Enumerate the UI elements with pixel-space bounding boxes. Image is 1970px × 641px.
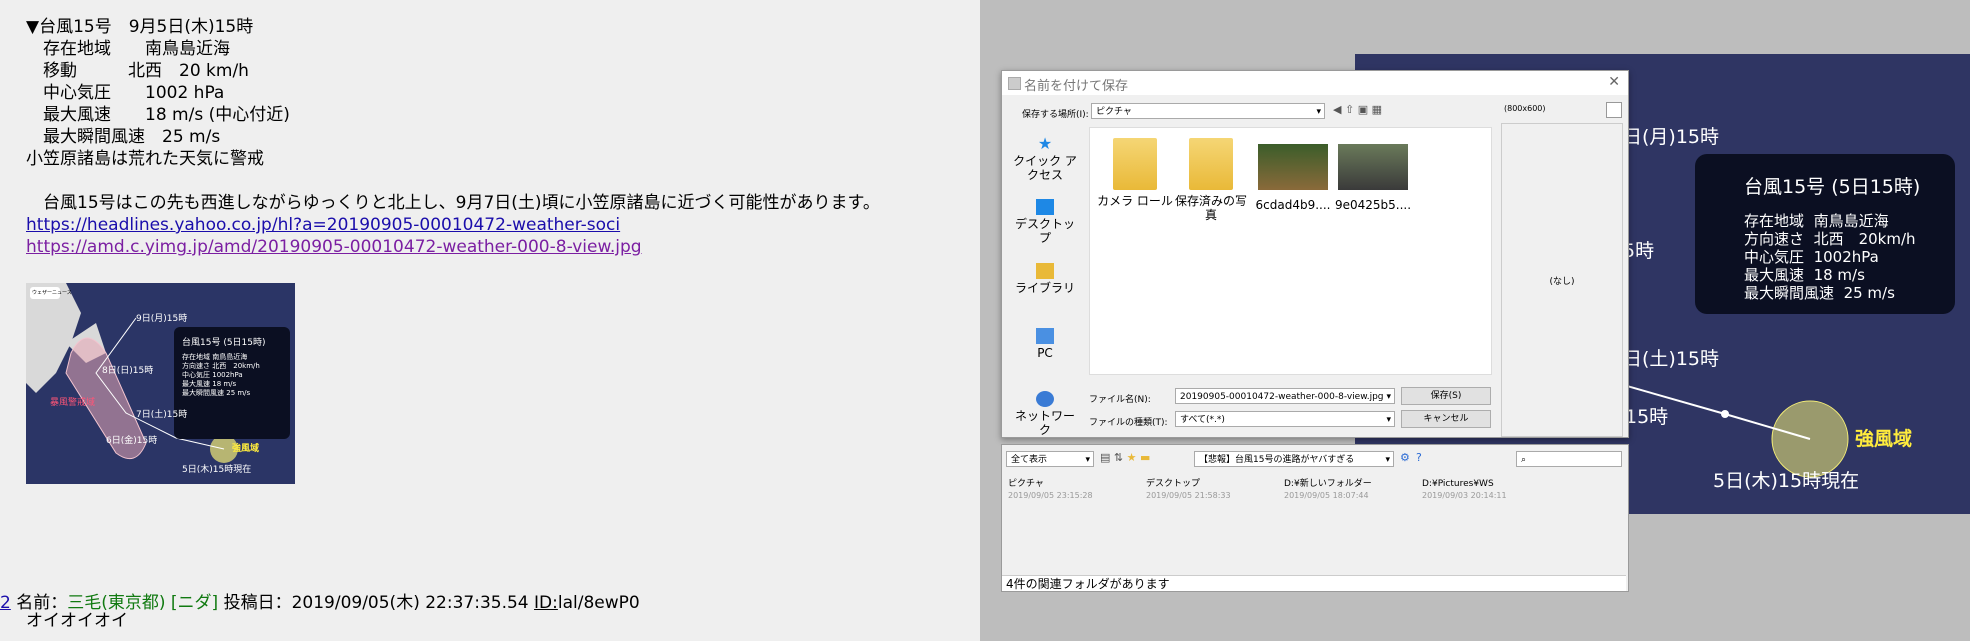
recent-folder[interactable]: ピクチャ 2019/09/05 23:15:28 [1008,479,1093,502]
sort-icon[interactable]: ⇅ [1114,451,1123,464]
up-folder-icon[interactable]: ⇧ [1345,103,1354,116]
post-date: 投稿日：2019/09/05(木) 22:37:35.54 [223,593,529,613]
path-select[interactable]: 【悲報】台風15号の進路がヤバすぎる ▾ [1194,451,1394,467]
chevron-down-icon: ▾ [1386,392,1391,402]
save-in-select[interactable]: ピクチャ ▾ [1091,103,1325,119]
thumb-box-rows: 存在地域 南鳥島近海 方向速さ 北西 20km/h 中心気圧 1002hPa 最… [182,353,260,397]
preview-none: (なし) [1549,277,1575,287]
post-line: 小笠原諸島は荒れた天気に警戒 [26,149,264,169]
typhoon-map-thumbnail[interactable]: ウェザーニュース 台風15号 (5日15時) 存在地域 南鳥島近海 方向速さ 北… [26,283,295,484]
list-icon[interactable]: ▤ [1100,451,1110,464]
map-label: 5日(木)15時現在 [1713,470,1860,492]
nav-quick-access[interactable]: ★ クイック アクセス [1010,134,1080,183]
save-button[interactable]: 保存(S) [1401,387,1491,405]
star-icon: ★ [1037,134,1053,153]
post-line: 台風15号はこの先も西進しながらゆっくりと北上し、9月7日(土)頃に小笠原諸島に… [26,193,880,213]
folder-icon[interactable]: ▬ [1140,451,1150,464]
filetype-select[interactable]: すべて(*.*) ▾ [1175,411,1395,427]
image-thumbnail [1338,144,1408,190]
post-line: 中心気圧 1002 hPa [26,83,225,103]
recent-folder[interactable]: D:¥Pictures¥WS 2019/09/03 20:14:11 [1422,479,1507,502]
lower-toolbar[interactable]: ▤ ⇅ ★ ▬ [1100,451,1184,467]
chevron-down-icon: ▾ [1386,415,1391,425]
post-line: ▼台風15号 9月5日(木)15時 [26,17,254,37]
nav-desktop[interactable]: デスクトップ [1010,199,1080,245]
status-bar: 4件の関連フォルダがあります [1002,575,1626,591]
filetype-label: ファイルの種類(T): [1089,418,1168,428]
recent-folder[interactable]: D:¥新しいフォルダー 2019/09/05 18:07:44 [1284,479,1372,502]
settings-icon[interactable]: ⚙ [1400,451,1410,464]
image-link[interactable]: https://amd.c.yimg.jp/amd/20190905-00010… [26,237,642,257]
weather-logo: ウェザーニュース [32,290,72,296]
map-label: 日(土)15時 [1623,348,1720,370]
map-label: 8日(日)15時 [102,366,154,376]
recent-folder[interactable]: デスクトップ 2019/09/05 21:58:33 [1146,479,1231,502]
file-item[interactable]: 保存済みの写真 [1172,138,1250,222]
image-thumbnail [1258,144,1328,190]
post-number[interactable]: 2 [0,593,11,613]
network-icon [1036,391,1054,407]
map-label: 9日(月)15時 [136,314,188,324]
close-icon[interactable]: ✕ [1608,74,1620,90]
save-as-dialog: 名前を付けて保存 ✕ 保存する場所(I): ピクチャ ▾ ◀ ⇧ ▣ ▦ (800… [1001,70,1629,438]
post-line: 存在地域 南鳥島近海 [26,39,230,59]
file-item[interactable]: 6cdad4b9.... [1254,138,1332,212]
nav-network[interactable]: ネットワーク [1010,391,1080,437]
dialog-toolbar[interactable]: ◀ ⇧ ▣ ▦ [1333,103,1409,119]
library-icon [1036,263,1054,279]
preview-size: (800x600) [1504,104,1546,113]
map-label: 15時 [1625,406,1669,428]
dialog-title: 名前を付けて保存 [1024,79,1129,94]
preview-pane: (なし) [1501,123,1623,437]
chevron-down-icon: ▾ [1385,455,1390,465]
file-item[interactable]: 9e0425b5.... [1334,138,1412,212]
file-list[interactable]: カメラ ロール 保存済みの写真 6cdad4b9.... 9e0425b5...… [1089,127,1492,375]
map-box-rows: 存在地域 南鳥島近海 方向速さ 北西 20km/h 中心気圧 1002hPa 最… [1744,212,1916,302]
search-icon: ⌕ [1521,455,1527,465]
map-label: 6日(金)15時 [106,436,158,446]
map-label: 7日(土)15時 [136,410,188,420]
dialog-titlebar[interactable]: 名前を付けて保存 ✕ [1002,71,1628,95]
article-link[interactable]: https://headlines.yahoo.co.jp/hl?a=20190… [26,215,620,235]
view-menu-icon[interactable]: ▦ [1372,103,1382,116]
map-label: 日(月)15時 [1623,126,1720,148]
file-item[interactable]: カメラ ロール [1096,138,1174,208]
nav-pc[interactable]: PC [1010,328,1080,360]
id-label[interactable]: ID: [534,593,558,613]
post-line: 最大瞬間風速 25 m/s [26,127,221,147]
filename-label: ファイル名(N): [1089,395,1151,405]
folder-icon [1113,138,1157,190]
back-icon[interactable]: ◀ [1333,103,1341,116]
favorite-icon[interactable]: ★ [1127,451,1137,464]
map-label: 5日(木)15時現在 [182,465,252,475]
map-label: 強風域 [232,444,260,454]
desktop-icon [1036,199,1054,215]
post-body: オイオイオイ [26,611,128,631]
poster-id: lal/8ewP0 [557,593,640,613]
map-label: 強風域 [1855,428,1913,450]
dialog-app-icon [1008,77,1021,90]
forum-post-panel: ▼台風15号 9月5日(木)15時 存在地域 南鳥島近海 移動 北西 20 km… [0,0,980,641]
pc-icon [1036,328,1054,344]
related-folders-panel: 全て表示 ▾ ▤ ⇅ ★ ▬ 【悲報】台風15号の進路がヤバすぎる ▾ ⚙ ? ⌕ … [1001,444,1629,592]
map-box-title: 台風15号 (5日15時) [1744,176,1921,198]
chevron-down-icon: ▾ [1085,455,1090,465]
filename-input[interactable]: 20190905-00010472-weather-000-8-view.jpg… [1175,388,1395,404]
search-input[interactable]: ⌕ [1516,451,1622,467]
help-icon[interactable]: ? [1416,451,1422,464]
post-line: 移動 北西 20 km/h [26,61,249,81]
cancel-button[interactable]: キャンセル [1401,410,1491,428]
thumb-box-title: 台風15号 (5日15時) [182,338,266,348]
folder-icon [1189,138,1233,190]
save-in-label: 保存する場所(I): [1022,110,1089,120]
preview-toggle-icon[interactable] [1606,102,1622,118]
post-line: 最大風速 18 m/s (中心付近) [26,105,290,125]
map-label: 暴風警戒域 [50,398,96,408]
chevron-down-icon: ▾ [1316,107,1321,117]
view-select[interactable]: 全て表示 ▾ [1006,451,1094,467]
new-folder-icon[interactable]: ▣ [1358,103,1368,116]
nav-library[interactable]: ライブラリ [1010,263,1080,295]
